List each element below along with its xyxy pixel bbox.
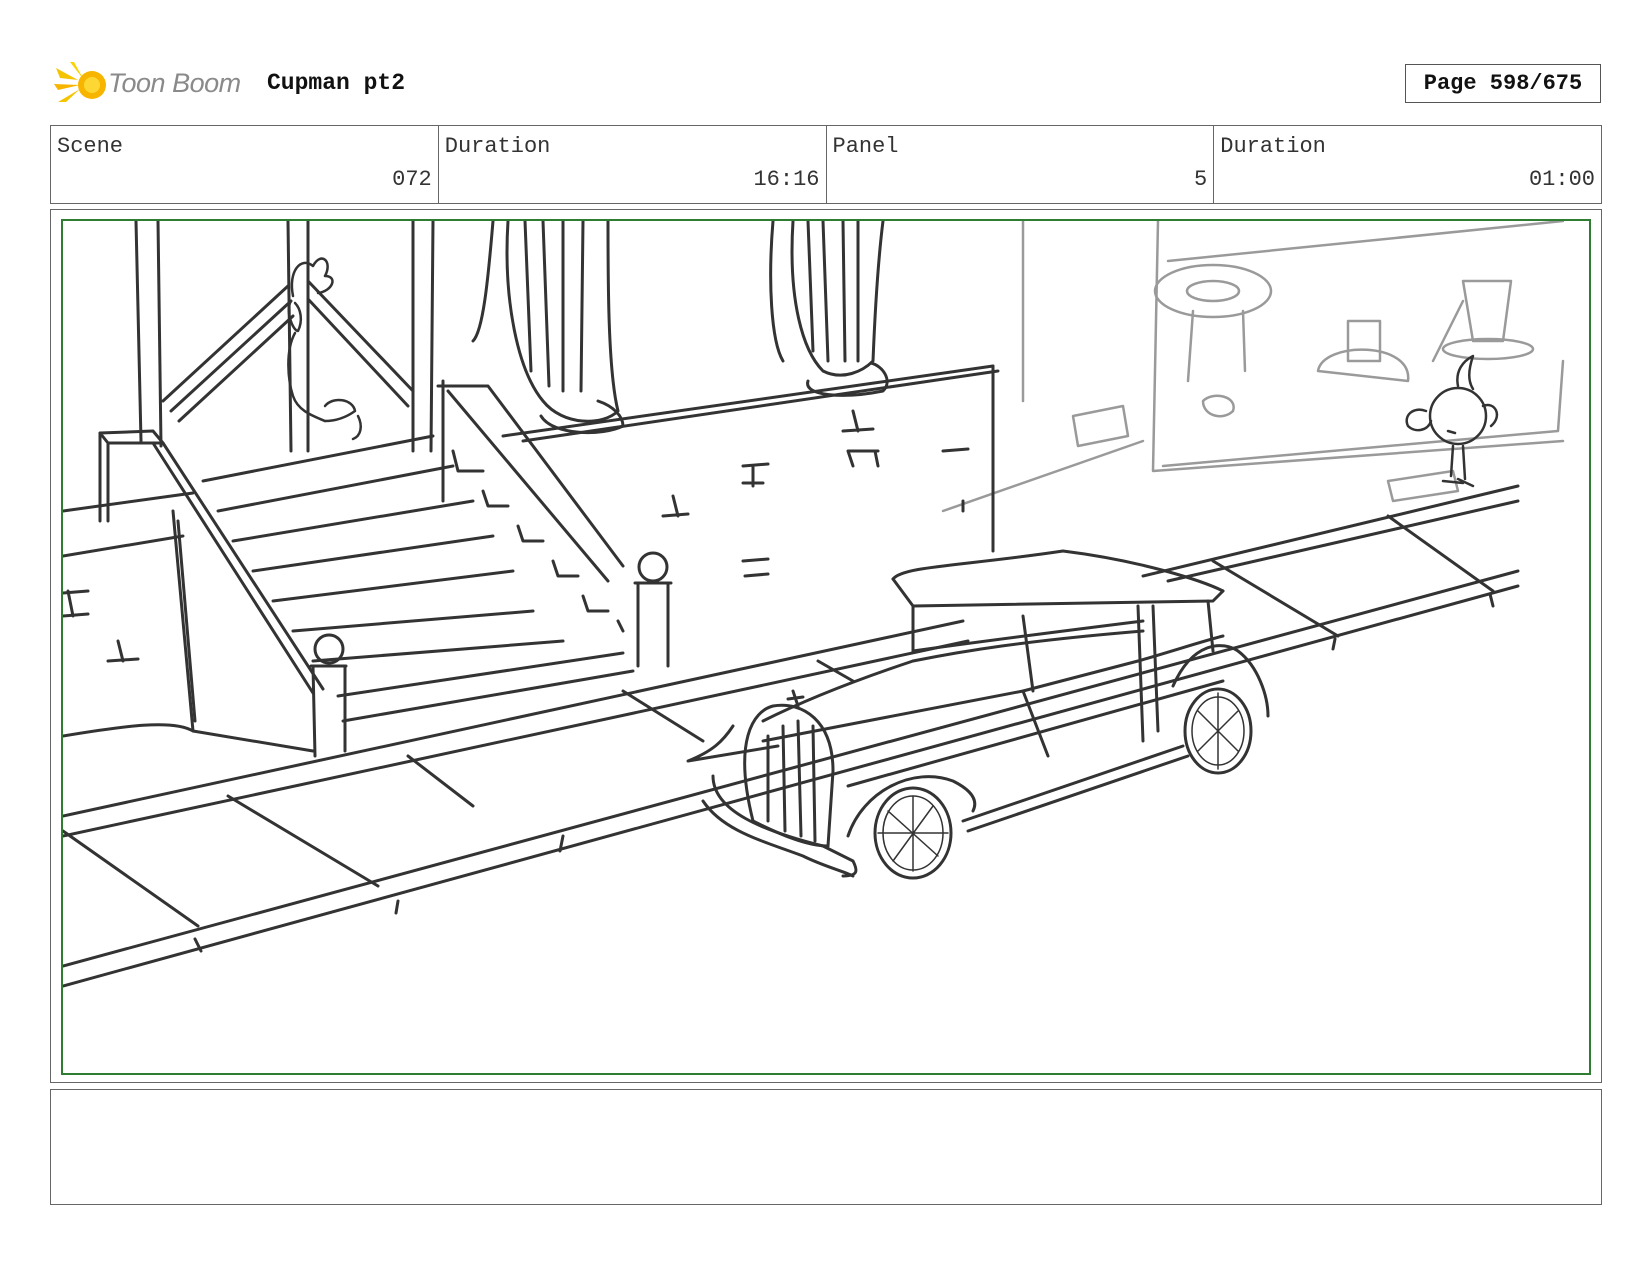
vintage-car — [686, 549, 1270, 880]
panel-notes-box — [50, 1089, 1602, 1205]
panel-cell: Panel 5 — [827, 126, 1215, 203]
page-indicator: Page 598/675 — [1405, 64, 1601, 103]
scene-cell: Scene 072 — [51, 126, 439, 203]
starburst-icon — [54, 62, 106, 102]
building-left — [98, 221, 435, 523]
scene-duration-cell: Duration 16:16 — [439, 126, 827, 203]
curtains — [471, 221, 889, 435]
scene-duration-label: Duration — [444, 134, 551, 159]
panel-duration-label: Duration — [1220, 134, 1326, 159]
panel-duration-cell: Duration 01:00 — [1214, 126, 1601, 203]
scene-label: Scene — [57, 134, 124, 159]
panel-duration-value: 01:00 — [1528, 167, 1595, 192]
panel-value: 5 — [1194, 167, 1208, 192]
stone-wall — [63, 364, 1000, 663]
panel-label: Panel — [832, 134, 899, 159]
info-row: Scene 072 Duration 16:16 Panel 5 Duratio… — [50, 125, 1602, 204]
project-title: Cupman pt2 — [267, 70, 406, 96]
rooster-character — [287, 257, 362, 441]
scene-value: 072 — [392, 167, 432, 192]
logo-text: Toon Boom — [108, 68, 241, 98]
cupman-character — [1405, 354, 1499, 488]
scene-duration-value: 16:16 — [753, 167, 820, 192]
toon-boom-logo: Toon Boom — [52, 58, 250, 112]
panel-image — [61, 219, 1591, 1075]
storyboard-sketch — [63, 221, 1565, 988]
